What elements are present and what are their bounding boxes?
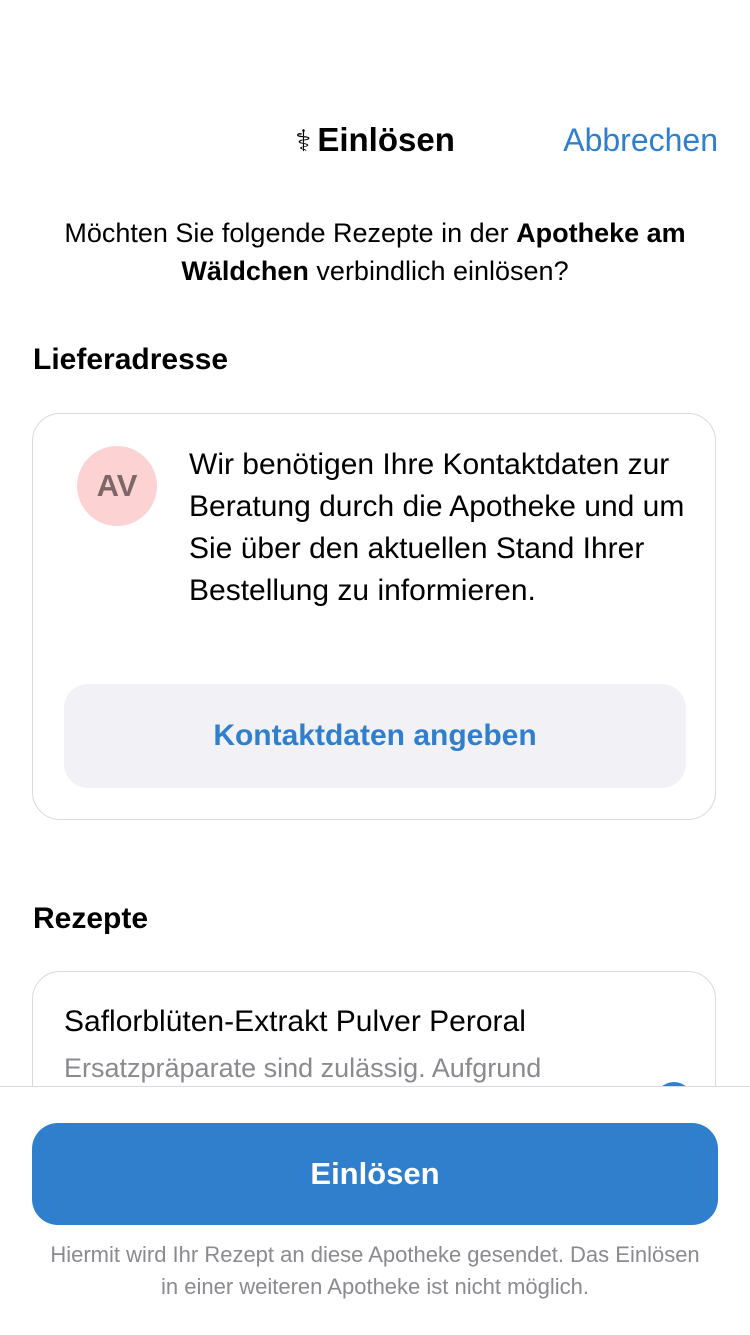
intro-text: Möchten Sie folgende Rezepte in der Apot… [40, 214, 710, 290]
delivery-address-card: AV Wir benötigen Ihre Kontaktdaten zur B… [32, 413, 716, 820]
page-title-text: Einlösen [317, 121, 455, 158]
prescriptions-heading: Rezepte [33, 902, 149, 935]
redeem-button[interactable]: Einlösen [32, 1123, 718, 1225]
cancel-button[interactable]: Abbrechen [563, 112, 718, 168]
bottom-action-bar: Einlösen Hiermit wird Ihr Rezept an dies… [0, 1086, 750, 1335]
redeem-footnote: Hiermit wird Ihr Rezept an diese Apothek… [50, 1242, 700, 1299]
intro-text-before: Möchten Sie folgende Rezepte in der [64, 218, 517, 248]
navigation-bar: ⚕ Einlösen Abbrechen [0, 112, 750, 168]
prescription-title: Saflorblüten-Extrakt Pulver Peroral [64, 1005, 526, 1038]
caduceus-icon: ⚕ [295, 125, 312, 158]
add-contact-details-button[interactable]: Kontaktdaten angeben [64, 684, 686, 788]
contact-info-text: Wir benötigen Ihre Kontaktdaten zur Bera… [189, 448, 685, 607]
prescription-subtitle: Ersatzpräparate sind zulässig. Aufgrund [64, 1053, 542, 1083]
delivery-address-heading: Lieferadresse [33, 343, 229, 376]
intro-text-after: verbindlich einlösen? [308, 256, 569, 286]
avatar: AV [77, 446, 157, 526]
